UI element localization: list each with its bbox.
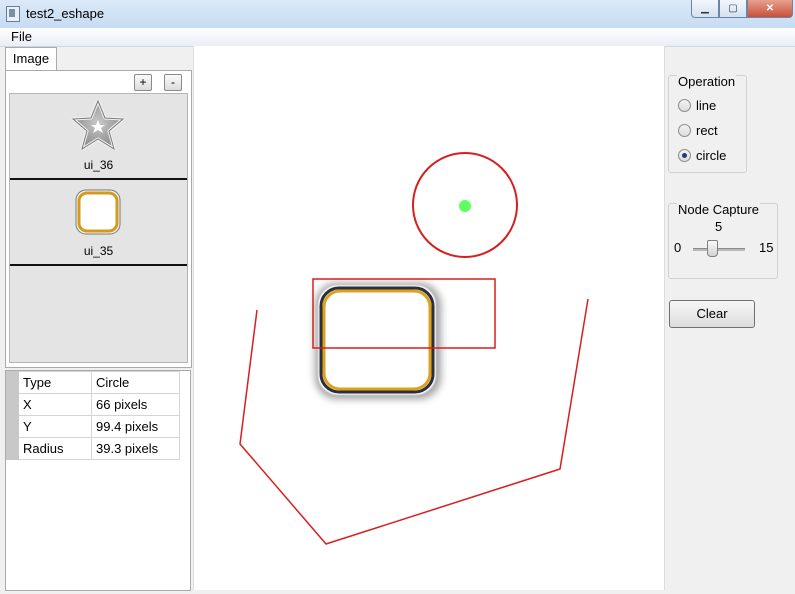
left-panel: Image + - ui_36 ui_35 Type Circle X 66 p…	[4, 46, 192, 591]
property-value[interactable]: Circle	[91, 371, 180, 394]
row-header	[6, 415, 19, 438]
slider-thumb[interactable]	[707, 240, 718, 257]
remove-image-button[interactable]: -	[164, 74, 182, 91]
maximize-icon: ▢	[728, 3, 738, 14]
slider-track[interactable]	[693, 248, 745, 251]
node-capture-title: Node Capture	[677, 202, 760, 217]
add-image-button[interactable]: +	[134, 74, 152, 91]
window-title: test2_eshape	[26, 6, 105, 21]
canvas-drawing	[239, 152, 589, 545]
radio-line-label: line	[696, 98, 717, 113]
star-icon	[71, 99, 125, 151]
radio-rect[interactable]: rect	[678, 123, 718, 138]
slider-min: 0	[674, 240, 682, 255]
minimize-button[interactable]: ▁	[691, 0, 719, 18]
row-header	[6, 437, 19, 460]
operation-group: Operation line rect circle	[668, 74, 747, 173]
property-value[interactable]: 99.4 pixels	[91, 415, 180, 438]
radio-rect-button[interactable]	[678, 124, 691, 137]
node-capture-group: Node Capture 5 0 15	[668, 202, 778, 279]
maximize-button[interactable]: ▢	[719, 0, 747, 18]
tab-image[interactable]: Image	[5, 47, 57, 72]
row-header	[6, 393, 19, 416]
table-row: Y 99.4 pixels	[6, 415, 180, 438]
table-row: Type Circle	[6, 371, 180, 394]
clear-button[interactable]: Clear	[669, 300, 755, 328]
table-row: X 66 pixels	[6, 393, 180, 416]
title-bar: test2_eshape ▁ ▢ ✕	[0, 0, 795, 29]
properties-table: Type Circle X 66 pixels Y 99.4 pixels Ra…	[5, 370, 191, 591]
row-header	[6, 371, 19, 394]
image-item-ui35[interactable]: ui_35	[10, 180, 187, 266]
image-label: ui_35	[83, 244, 114, 258]
property-value[interactable]: 66 pixels	[91, 393, 180, 416]
table-row: Radius 39.3 pixels	[6, 437, 180, 460]
property-key: Y	[18, 415, 92, 438]
property-key: X	[18, 393, 92, 416]
radio-line-button[interactable]	[678, 99, 691, 112]
radio-line[interactable]: line	[678, 98, 716, 113]
slider-value: 5	[715, 219, 723, 234]
property-key: Type	[18, 371, 92, 394]
radio-circle[interactable]: circle	[678, 148, 726, 163]
image-frame-orange	[322, 289, 432, 391]
drawing-canvas[interactable]	[193, 46, 665, 590]
radio-circle-button[interactable]	[678, 149, 691, 162]
radio-circle-label: circle	[696, 148, 727, 163]
property-key: Radius	[18, 437, 92, 460]
operation-title: Operation	[677, 74, 737, 89]
circle-center-node[interactable]	[459, 200, 471, 212]
window-controls: ▁ ▢ ✕	[691, 0, 793, 18]
minimize-icon: ▁	[701, 3, 709, 14]
image-list[interactable]: ui_36 ui_35	[9, 93, 188, 363]
app-icon	[6, 6, 20, 22]
rounded-square-icon	[75, 189, 121, 235]
menu-bar: File	[0, 28, 795, 47]
image-tab-body: + - ui_36 ui_35	[5, 70, 192, 368]
radio-rect-label: rect	[696, 123, 718, 138]
close-button[interactable]: ✕	[747, 0, 793, 18]
menu-file[interactable]: File	[11, 29, 32, 44]
property-value[interactable]: 39.3 pixels	[91, 437, 180, 460]
image-label: ui_36	[83, 158, 114, 172]
slider-max: 15	[759, 240, 774, 255]
close-icon: ✕	[765, 3, 775, 14]
image-item-ui36[interactable]: ui_36	[10, 94, 187, 180]
